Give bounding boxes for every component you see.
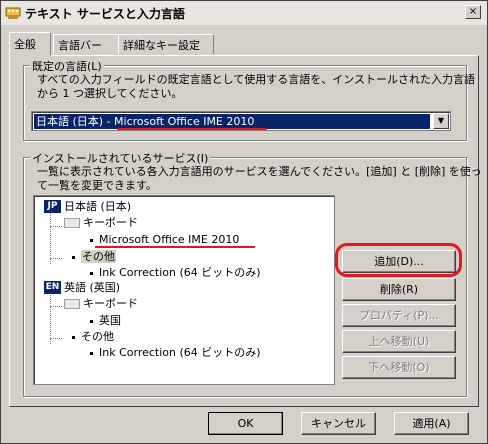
default-language-desc-line2: から 1 つ選択してください。 (37, 87, 183, 100)
dropdown-arrow-icon[interactable]: ▼ (433, 113, 449, 129)
tree-connector (50, 258, 62, 259)
annotation-circle-add (335, 243, 462, 277)
properties-button[interactable]: プロパティ(P)... (342, 304, 456, 327)
installed-services-legend: インストールされているサービス(I) (30, 150, 211, 166)
bullet-icon (90, 351, 93, 355)
tree-item-label: 英語 (英国) (64, 281, 121, 294)
tree-item-en-ink[interactable]: Ink Correction (64 ビットのみ) (90, 346, 261, 360)
ok-button[interactable]: OK (208, 412, 283, 435)
bullet-icon (72, 335, 75, 339)
tree-item-jp-ink[interactable]: Ink Correction (64 ビットのみ) (90, 266, 261, 280)
default-language-legend: 既定の言語(L) (30, 58, 104, 74)
tree-connector (50, 292, 51, 344)
tab-general[interactable]: 全般 (9, 32, 51, 56)
bullet-icon (90, 319, 93, 323)
tree-item-label: キーボード (83, 297, 138, 310)
tree-item-english[interactable]: EN 英語 (英国) (44, 281, 120, 295)
tree-item-label: 日本語 (日本) (64, 200, 132, 213)
bullet-icon (90, 238, 93, 242)
bullet-icon (90, 271, 93, 275)
tree-item-japanese[interactable]: JP 日本語 (日本) (44, 200, 131, 214)
tree-item-jp-other[interactable]: その他 (72, 250, 116, 264)
tab-language-bar[interactable]: 言語バー (53, 34, 119, 54)
tree-item-label: Ink Correction (64 ビットのみ) (99, 266, 261, 279)
tree-item-en-keyboard[interactable]: キーボード (64, 297, 138, 311)
tree-item-jp-keyboard[interactable]: キーボード (64, 216, 138, 230)
tree-item-label: Ink Correction (64 ビットのみ) (99, 346, 261, 359)
tree-item-label: キーボード (83, 216, 138, 229)
keyboard-icon (64, 218, 80, 228)
tab-advanced-key-settings[interactable]: 詳細なキー設定 (118, 34, 214, 54)
move-up-button[interactable]: 上へ移動(U) (342, 330, 456, 353)
tree-connector (50, 212, 51, 264)
title-bar[interactable]: テキスト サービスと入力言語 × (1, 1, 487, 25)
tree-item-en-other[interactable]: その他 (72, 330, 114, 344)
installed-services-desc-line1: 一覧に表示されている各入力言語用のサービスを選んでください。[追加] と [削除… (37, 165, 482, 178)
dialog-window: テキスト サービスと入力言語 × 全般 言語バー 詳細なキー設定 既定の言語(L… (0, 0, 488, 444)
tree-connector (50, 338, 62, 339)
keyboard-icon (64, 299, 80, 309)
annotation-underline-default (117, 128, 267, 130)
language-badge-en: EN (44, 281, 61, 294)
default-language-desc-line1: すべての入力フィールドの既定言語として使用する言語を、インストールされた入力言語 (37, 73, 476, 86)
bullet-icon (72, 255, 75, 259)
tree-item-label: Microsoft Office IME 2010 (99, 233, 240, 246)
move-down-button[interactable]: 下へ移動(O) (342, 356, 456, 379)
window-title: テキスト サービスと入力言語 (25, 7, 185, 21)
cancel-button[interactable]: キャンセル (301, 412, 376, 435)
installed-services-description: 一覧に表示されている各入力言語用のサービスを選んでください。[追加] と [削除… (37, 165, 482, 193)
remove-button[interactable]: 削除(R) (342, 278, 456, 301)
tree-item-label: その他 (81, 330, 114, 343)
keyboard-app-icon (5, 7, 21, 19)
tree-connector (50, 226, 62, 227)
tree-item-label: 英国 (99, 314, 121, 327)
close-icon[interactable]: × (465, 5, 481, 19)
annotation-underline-ime (95, 246, 255, 248)
default-language-description: すべての入力フィールドの既定言語として使用する言語を、インストールされた入力言語… (37, 73, 475, 101)
tree-item-en-uk[interactable]: 英国 (90, 314, 121, 328)
apply-button[interactable]: 適用(A) (394, 412, 469, 435)
language-badge-jp: JP (44, 200, 61, 213)
tree-connector (50, 306, 62, 307)
installed-services-desc-line2: て一覧を変更できます。 (37, 179, 157, 192)
default-language-selected-value: 日本語 (日本) - Microsoft Office IME 2010 (34, 114, 430, 129)
tree-item-label: その他 (81, 250, 116, 263)
tree-item-jp-ime[interactable]: Microsoft Office IME 2010 (90, 233, 239, 247)
services-tree[interactable]: JP 日本語 (日本) キーボード Microsoft Office IME 20… (33, 195, 335, 385)
